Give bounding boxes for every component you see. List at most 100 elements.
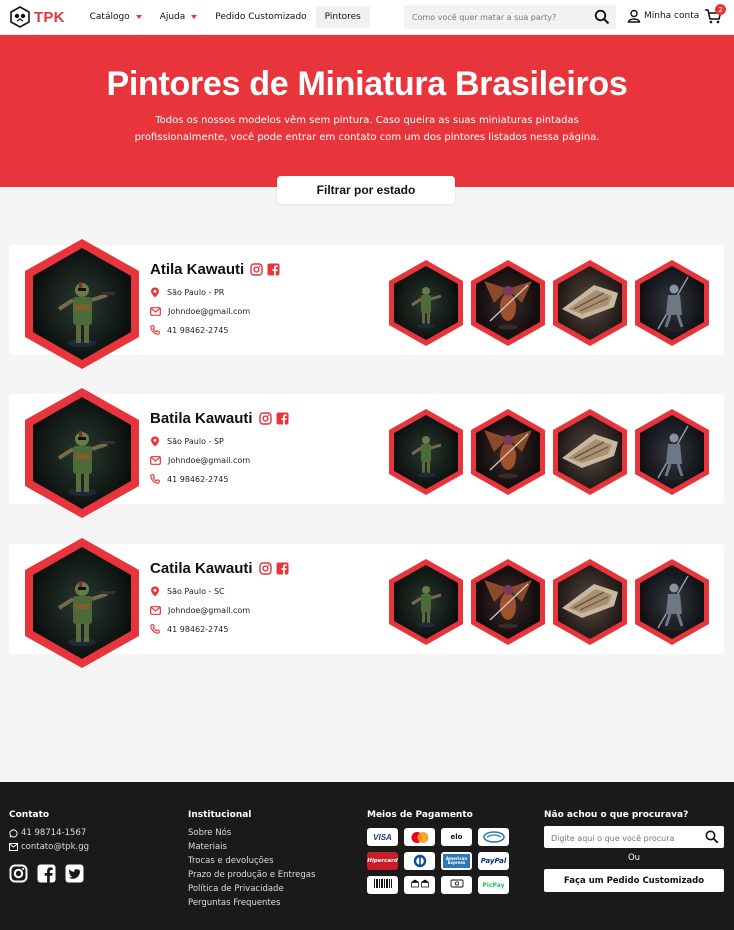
cart-count-badge: 2 xyxy=(715,4,726,15)
footer-phone[interactable]: 41 98714-1567 xyxy=(9,826,89,840)
painter-phone: 41 98462-2745 xyxy=(167,624,229,634)
barcode-icon xyxy=(373,878,392,888)
facebook-icon[interactable] xyxy=(276,412,289,425)
painter-gallery xyxy=(388,558,710,646)
painter-phone-row: 41 98462-2745 xyxy=(150,624,289,634)
footer-link[interactable]: Perguntas Frequentes xyxy=(188,896,315,910)
footer-contact: Contato 41 98714-1567 contato@tpk.gg xyxy=(9,810,89,883)
mastercard-logo xyxy=(404,828,435,846)
footer-email[interactable]: contato@tpk.gg xyxy=(9,840,89,854)
visa-logo: VISA xyxy=(367,828,398,846)
phone-icon xyxy=(150,474,160,484)
paypal-logo: PayPal xyxy=(478,852,509,870)
painter-name: Catila Kawauti xyxy=(150,560,253,577)
gallery-image[interactable] xyxy=(388,558,464,646)
footer-link[interactable]: Sobre Nós xyxy=(188,826,315,840)
instagram-icon[interactable] xyxy=(250,263,263,276)
gallery-image[interactable] xyxy=(552,259,628,347)
phone-icon xyxy=(150,624,160,634)
mail-icon xyxy=(150,456,161,465)
instagram-icon[interactable] xyxy=(9,864,28,883)
diners-logo xyxy=(404,852,435,870)
diners-icon xyxy=(413,854,426,868)
or-separator: Ou xyxy=(627,853,641,863)
mail-icon xyxy=(150,307,161,316)
logo-text: TPK xyxy=(34,8,65,26)
custom-order-button[interactable]: Faça um Pedido Customizado xyxy=(544,869,724,892)
mail-icon xyxy=(150,606,161,615)
gallery-image[interactable] xyxy=(634,408,710,496)
header-search-input[interactable] xyxy=(404,12,584,22)
whatsapp-icon xyxy=(9,828,18,838)
footer-payment-heading: Meios de Pagamento xyxy=(367,810,473,820)
twitter-icon[interactable] xyxy=(65,864,84,883)
bank-icon xyxy=(410,879,429,887)
picpay-logo: PicPay xyxy=(478,876,509,894)
gallery-image[interactable] xyxy=(388,408,464,496)
facebook-icon[interactable] xyxy=(276,562,289,575)
gallery-image[interactable] xyxy=(470,259,546,347)
logo[interactable]: TPK xyxy=(9,6,65,28)
hipercard-logo: Hipercard xyxy=(367,852,398,870)
footer-not-found-heading: Não achou o que procurava? xyxy=(544,810,689,820)
search-icon[interactable] xyxy=(705,830,719,844)
footer-contact-heading: Contato xyxy=(9,810,50,820)
painter-phone: 41 98462-2745 xyxy=(167,474,229,484)
footer: Contato 41 98714-1567 contato@tpk.gg Ins… xyxy=(0,782,734,930)
painter-location-row: São Paulo - SC xyxy=(150,586,289,597)
top-navbar: TPK Catálogo Ajuda Pedido Customizado Pi… xyxy=(0,0,734,35)
gallery-image[interactable] xyxy=(634,259,710,347)
painter-location-row: São Paulo - SP xyxy=(150,436,289,447)
footer-link[interactable]: Materiais xyxy=(188,840,315,854)
dice-logo-icon xyxy=(10,6,30,28)
footer-payment: Meios de Pagamento VISA elo Hipercard Am… xyxy=(367,810,509,894)
facebook-icon[interactable] xyxy=(267,263,280,276)
painter-avatar xyxy=(25,239,139,369)
painter-avatar xyxy=(25,388,139,518)
instagram-icon[interactable] xyxy=(258,412,272,425)
gallery-image[interactable] xyxy=(470,558,546,646)
footer-not-found: Não achou o que procurava? Ou Faça um Pe… xyxy=(544,810,724,892)
cart-button[interactable]: 2 xyxy=(704,4,726,29)
nav-pintores-label: Pintores xyxy=(324,12,361,22)
painter-email[interactable]: Johndoe@gmail.com xyxy=(168,456,250,465)
nav-catalogo[interactable]: Catálogo xyxy=(81,6,151,28)
mastercard-icon xyxy=(411,831,428,843)
painter-name: Batila Kawauti xyxy=(150,410,253,427)
painter-email[interactable]: Johndoe@gmail.com xyxy=(168,606,250,615)
gallery-image[interactable] xyxy=(470,408,546,496)
footer-institutional: Institucional Sobre Nós Materiais Trocas… xyxy=(188,810,315,910)
footer-link[interactable]: Trocas e devoluções xyxy=(188,854,315,868)
nav-pedido-customizado[interactable]: Pedido Customizado xyxy=(206,6,315,28)
gallery-image[interactable] xyxy=(552,408,628,496)
painter-card: Batila Kawauti São Paulo - SP Johndoe@gm… xyxy=(9,388,724,518)
footer-search-input[interactable] xyxy=(544,827,704,850)
facebook-icon[interactable] xyxy=(37,864,56,883)
nav-pintores[interactable]: Pintores xyxy=(315,6,370,28)
gallery-image[interactable] xyxy=(388,259,464,347)
painter-location-row: São Paulo - PR xyxy=(150,287,280,298)
search-icon[interactable] xyxy=(594,9,610,25)
footer-link[interactable]: Prazo de produção e Entregas xyxy=(188,868,315,882)
footer-institutional-heading: Institucional xyxy=(188,810,252,820)
footer-email-text: contato@tpk.gg xyxy=(21,842,89,852)
deposito-logo: DEPÓSITO xyxy=(404,876,435,894)
painter-phone-row: 41 98462-2745 xyxy=(150,325,280,335)
caret-down-icon xyxy=(191,15,198,19)
painter-location: São Paulo - SC xyxy=(167,587,225,596)
filter-by-state-button[interactable]: Filtrar por estado xyxy=(277,176,455,204)
nav-pedido-label: Pedido Customizado xyxy=(215,12,307,22)
phone-icon xyxy=(150,325,160,335)
painter-email[interactable]: Johndoe@gmail.com xyxy=(168,307,250,316)
footer-link[interactable]: Política de Privacidade xyxy=(188,882,315,896)
nav-catalogo-label: Catálogo xyxy=(89,12,130,22)
gallery-image[interactable] xyxy=(552,558,628,646)
instagram-icon[interactable] xyxy=(258,562,272,575)
money-icon xyxy=(450,879,463,887)
boleto-logo: BOLETO xyxy=(367,876,398,894)
painter-avatar xyxy=(25,538,139,668)
account-link[interactable]: Minha conta xyxy=(627,9,699,23)
gallery-image[interactable] xyxy=(634,558,710,646)
mail-icon xyxy=(9,843,18,851)
nav-ajuda[interactable]: Ajuda xyxy=(151,6,207,28)
